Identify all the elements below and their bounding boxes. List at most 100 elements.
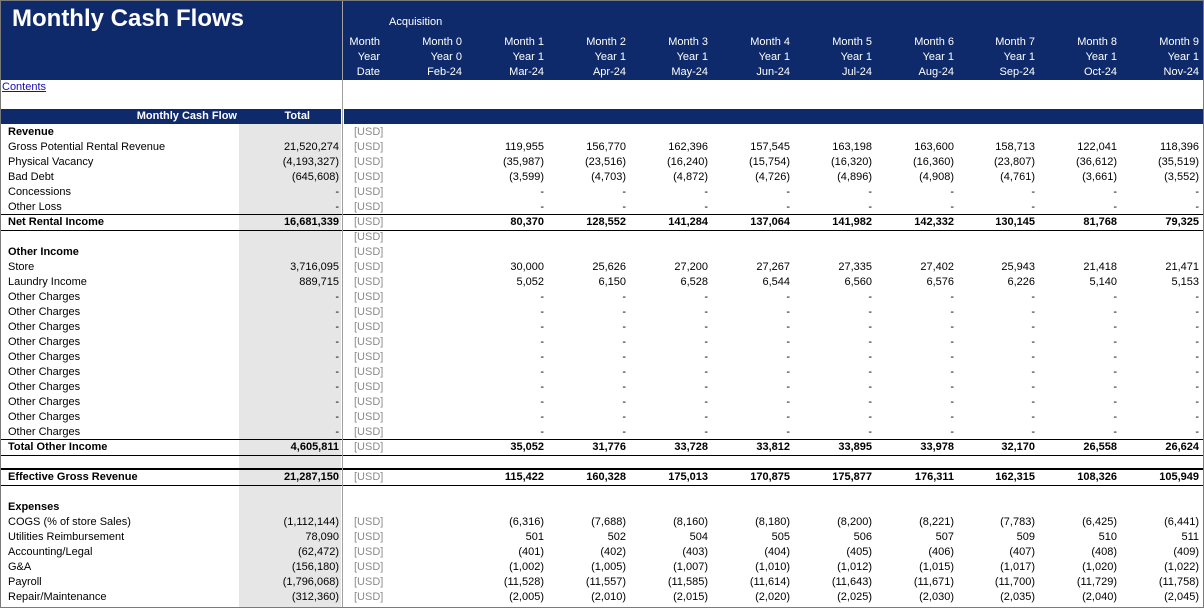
row-label[interactable]: Laundry Income	[8, 275, 238, 290]
month-value-cell[interactable]: -	[630, 350, 708, 365]
month-value-cell[interactable]: (11,528)	[466, 575, 544, 590]
row-total[interactable]: -	[239, 350, 339, 365]
row-total[interactable]: -	[239, 380, 339, 395]
row-label[interactable]: G&A	[8, 560, 238, 575]
row-label[interactable]: Effective Gross Revenue	[8, 470, 238, 485]
month-value-cell[interactable]: -	[876, 320, 954, 335]
month-value-cell[interactable]: -	[957, 305, 1035, 320]
month-value-cell[interactable]	[384, 545, 462, 560]
month-value-cell[interactable]: 6,544	[712, 275, 790, 290]
month-value-cell[interactable]: 27,335	[794, 260, 872, 275]
month-value-cell[interactable]: 501	[466, 530, 544, 545]
month-value-cell[interactable]: 162,396	[630, 140, 708, 155]
row-label[interactable]	[8, 230, 238, 245]
row-total[interactable]: -	[239, 185, 339, 200]
month-value-cell[interactable]: -	[876, 425, 954, 440]
month-value-cell[interactable]	[384, 380, 462, 395]
month-value-cell[interactable]: (11,614)	[712, 575, 790, 590]
month-value-cell[interactable]	[384, 590, 462, 605]
month-value-cell[interactable]	[384, 365, 462, 380]
month-value-cell[interactable]	[384, 335, 462, 350]
row-label[interactable]: Net Rental Income	[8, 215, 238, 230]
row-total[interactable]: -	[239, 410, 339, 425]
month-value-cell[interactable]: -	[548, 380, 626, 395]
month-value-cell[interactable]: (11,585)	[630, 575, 708, 590]
month-value-cell[interactable]: (35,519)	[1121, 155, 1199, 170]
month-value-cell[interactable]: (16,240)	[630, 155, 708, 170]
month-value-cell[interactable]: -	[466, 320, 544, 335]
row-total[interactable]: 78,090	[239, 530, 339, 545]
month-value-cell[interactable]: 505	[712, 530, 790, 545]
month-value-cell[interactable]: (8,221)	[876, 515, 954, 530]
month-value-cell[interactable]: -	[957, 200, 1035, 215]
month-value-cell[interactable]: -	[466, 350, 544, 365]
month-value-cell[interactable]: (7,688)	[548, 515, 626, 530]
month-value-cell[interactable]	[384, 470, 462, 485]
month-value-cell[interactable]: (2,015)	[630, 590, 708, 605]
row-label[interactable]: Other Charges	[8, 335, 238, 350]
row-label[interactable]: Other Charges	[8, 395, 238, 410]
month-value-cell[interactable]: -	[876, 395, 954, 410]
month-value-cell[interactable]: -	[1121, 395, 1199, 410]
month-value-cell[interactable]: 27,267	[712, 260, 790, 275]
month-value-cell[interactable]: -	[1121, 380, 1199, 395]
month-value-cell[interactable]: -	[1121, 410, 1199, 425]
month-value-cell[interactable]: (11,557)	[548, 575, 626, 590]
row-label[interactable]: Other Charges	[8, 410, 238, 425]
month-value-cell[interactable]: 25,626	[548, 260, 626, 275]
month-value-cell[interactable]: -	[1121, 200, 1199, 215]
month-value-cell[interactable]: 170,875	[712, 470, 790, 485]
month-value-cell[interactable]: (409)	[1121, 545, 1199, 560]
month-value-cell[interactable]: -	[1121, 365, 1199, 380]
month-value-cell[interactable]: 156,770	[548, 140, 626, 155]
month-value-cell[interactable]	[384, 410, 462, 425]
month-value-cell[interactable]: -	[1039, 410, 1117, 425]
month-value-cell[interactable]: 33,978	[876, 440, 954, 455]
month-value-cell[interactable]: 162,315	[957, 470, 1035, 485]
month-value-cell[interactable]: 6,226	[957, 275, 1035, 290]
month-value-cell[interactable]: (4,908)	[876, 170, 954, 185]
month-value-cell[interactable]: -	[876, 290, 954, 305]
row-total[interactable]: (1,112,144)	[239, 515, 339, 530]
month-value-cell[interactable]: (2,040)	[1039, 590, 1117, 605]
month-value-cell[interactable]: -	[1039, 200, 1117, 215]
month-value-cell[interactable]: (8,180)	[712, 515, 790, 530]
month-value-cell[interactable]: 35,052	[466, 440, 544, 455]
month-value-cell[interactable]: 108,326	[1039, 470, 1117, 485]
month-value-cell[interactable]: 79,325	[1121, 215, 1199, 230]
month-value-cell[interactable]: (1,005)	[548, 560, 626, 575]
row-label[interactable]: Other Loss	[8, 200, 238, 215]
row-total[interactable]: -	[239, 320, 339, 335]
row-label[interactable]: Other Charges	[8, 320, 238, 335]
month-value-cell[interactable]: -	[876, 410, 954, 425]
row-label[interactable]: Revenue	[8, 125, 238, 140]
month-value-cell[interactable]: -	[548, 320, 626, 335]
month-value-cell[interactable]: 118,396	[1121, 140, 1199, 155]
month-value-cell[interactable]: -	[548, 350, 626, 365]
month-value-cell[interactable]: -	[548, 290, 626, 305]
row-label[interactable]: Other Income	[8, 245, 238, 260]
month-value-cell[interactable]: (2,045)	[1121, 590, 1199, 605]
month-value-cell[interactable]: (4,703)	[548, 170, 626, 185]
month-value-cell[interactable]: (1,015)	[876, 560, 954, 575]
month-value-cell[interactable]: (407)	[957, 545, 1035, 560]
month-value-cell[interactable]	[384, 275, 462, 290]
month-value-cell[interactable]: -	[466, 380, 544, 395]
row-label[interactable]: Repair/Maintenance	[8, 590, 238, 605]
contents-link[interactable]: Contents	[2, 81, 46, 93]
month-value-cell[interactable]: -	[712, 305, 790, 320]
month-value-cell[interactable]	[384, 560, 462, 575]
month-value-cell[interactable]: -	[794, 425, 872, 440]
month-value-cell[interactable]: -	[712, 365, 790, 380]
row-total[interactable]	[239, 485, 339, 500]
month-value-cell[interactable]: -	[466, 305, 544, 320]
month-value-cell[interactable]: (4,726)	[712, 170, 790, 185]
row-total[interactable]: (62,472)	[239, 545, 339, 560]
month-value-cell[interactable]: -	[630, 200, 708, 215]
month-value-cell[interactable]: 122,041	[1039, 140, 1117, 155]
month-value-cell[interactable]: -	[712, 380, 790, 395]
month-value-cell[interactable]: -	[794, 365, 872, 380]
month-value-cell[interactable]: (403)	[630, 545, 708, 560]
month-value-cell[interactable]: (36,612)	[1039, 155, 1117, 170]
month-value-cell[interactable]: -	[548, 425, 626, 440]
